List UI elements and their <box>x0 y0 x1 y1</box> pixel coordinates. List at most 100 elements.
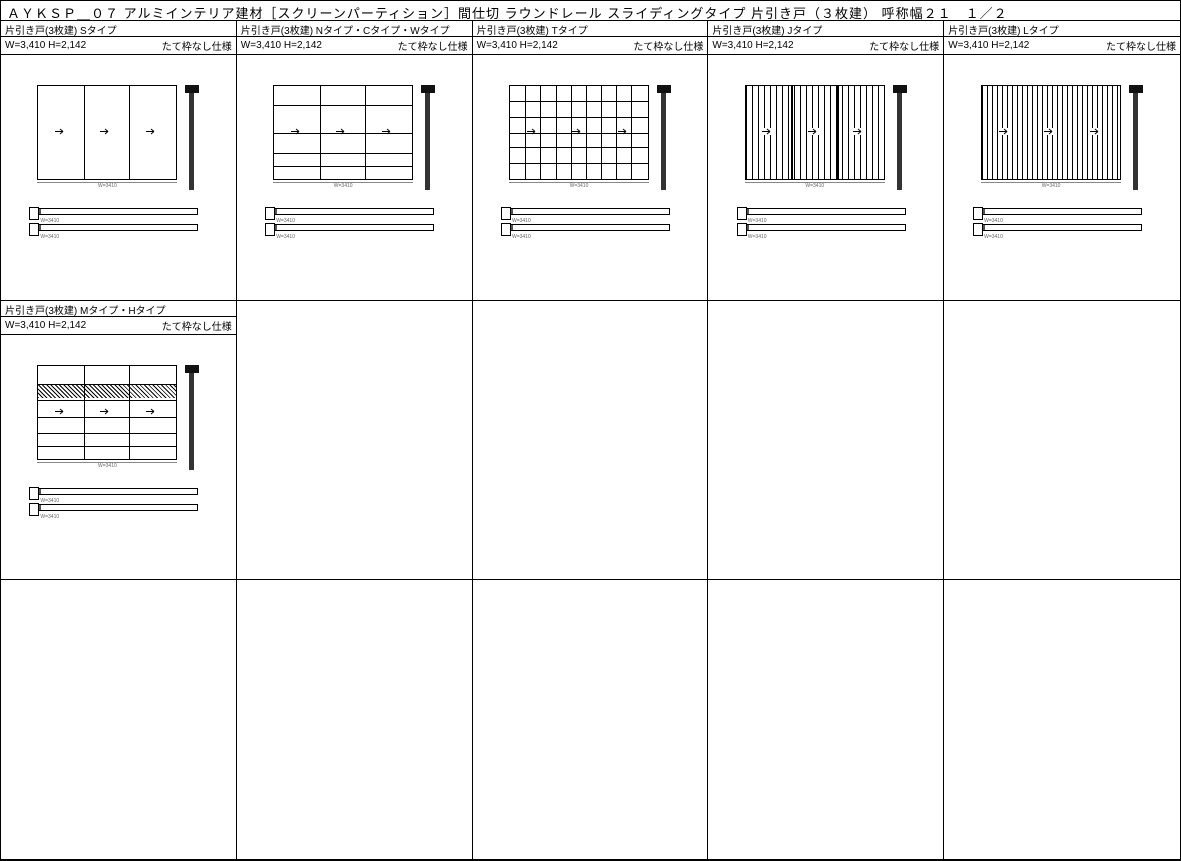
cell-subheader: W=3,410 H=2,142 たて枠なし仕様 <box>708 37 943 55</box>
arrow-icon <box>1090 128 1102 135</box>
plan-top <box>746 208 906 215</box>
dim-label: W=3,410 H=2,142 <box>477 40 558 51</box>
plan-views: W=3410 W=3410 <box>972 208 1152 240</box>
arrow-icon <box>146 408 158 415</box>
plan-dim: W=3410 <box>40 234 208 240</box>
dim-label: W=3,410 H=2,142 <box>241 40 322 51</box>
drawing-area: W=3410 W=3410 W=3410 <box>473 55 708 300</box>
arrow-icon <box>100 128 112 135</box>
plan-top <box>38 208 198 215</box>
plan-bottom <box>510 224 670 231</box>
arrow-icon <box>55 408 67 415</box>
width-dim: W=3410 <box>273 182 413 190</box>
elevation-side <box>185 90 199 190</box>
arrow-icon <box>382 128 394 135</box>
plan-views: W=3410 W=3410 <box>28 208 208 240</box>
arrow-icon <box>999 128 1011 135</box>
plan-views: W=3410 W=3410 <box>736 208 916 240</box>
empty-cell <box>473 301 709 581</box>
plan-views: W=3410 W=3410 <box>28 488 208 520</box>
drawing-area: W=3410 W=3410 W=3410 <box>708 55 943 300</box>
empty-cell <box>944 301 1180 581</box>
empty-cell <box>944 580 1180 860</box>
elevation-side <box>893 90 907 190</box>
plan-views: W=3410 W=3410 <box>264 208 444 240</box>
arrow-icon <box>100 408 112 415</box>
spec-label: たて枠なし仕様 <box>398 38 468 53</box>
elevation-front <box>273 85 413 180</box>
cell-subheader: W=3,410 H=2,142 たて枠なし仕様 <box>237 37 472 55</box>
spec-label: たて枠なし仕様 <box>162 38 232 53</box>
elevation-front <box>37 365 177 460</box>
cell-subheader: W=3,410 H=2,142 たて枠なし仕様 <box>473 37 708 55</box>
width-dim: W=3410 <box>745 182 885 190</box>
spec-label: たて枠なし仕様 <box>1106 38 1176 53</box>
page-title: ＡＹＫＳＰ＿０７ アルミインテリア建材［スクリーンパーティション］間仕切 ラウン… <box>1 1 1180 21</box>
empty-cell <box>708 301 944 581</box>
drawing-area: W=3410 W=3410 W=3410 <box>1 335 236 580</box>
empty-cell <box>1 580 237 860</box>
width-dim: W=3410 <box>509 182 649 190</box>
cell-header: 片引き戸(3枚建) Lタイプ <box>944 21 1180 37</box>
plan-dim: W=3410 <box>512 234 680 240</box>
plan-bottom <box>982 224 1142 231</box>
plan-top <box>274 208 434 215</box>
plan-top <box>982 208 1142 215</box>
drawing-area: W=3410 W=3410 W=3410 <box>1 55 236 300</box>
cell-s: 片引き戸(3枚建) Sタイプ W=3,410 H=2,142 たて枠なし仕様 <box>1 21 237 301</box>
spec-label: たて枠なし仕様 <box>633 38 703 53</box>
dim-label: W=3,410 H=2,142 <box>5 40 86 51</box>
width-dim: W=3410 <box>37 182 177 190</box>
empty-cell <box>708 580 944 860</box>
cell-n: 片引き戸(3枚建) Nタイプ・Cタイプ・Wタイプ W=3,410 H=2,142… <box>237 21 473 301</box>
elevation-front <box>37 85 177 180</box>
cell-m: 片引き戸(3枚建) Mタイプ・Hタイプ W=3,410 H=2,142 たて枠な… <box>1 301 237 581</box>
cell-header: 片引き戸(3枚建) Mタイプ・Hタイプ <box>1 301 236 317</box>
plan-dim: W=3410 <box>40 514 208 520</box>
cell-header: 片引き戸(3枚建) Nタイプ・Cタイプ・Wタイプ <box>237 21 472 37</box>
elevation-front <box>745 85 885 180</box>
empty-cell <box>237 580 473 860</box>
plan-dim: W=3410 <box>276 234 444 240</box>
arrow-icon <box>55 128 67 135</box>
arrow-icon <box>853 128 865 135</box>
arrow-icon <box>291 128 303 135</box>
product-grid: 片引き戸(3枚建) Sタイプ W=3,410 H=2,142 たて枠なし仕様 <box>1 21 1180 860</box>
dim-label: W=3,410 H=2,142 <box>948 40 1029 51</box>
plan-bottom <box>38 504 198 511</box>
cell-subheader: W=3,410 H=2,142 たて枠なし仕様 <box>1 317 236 335</box>
plan-bottom <box>38 224 198 231</box>
plan-views: W=3410 W=3410 <box>500 208 680 240</box>
width-dim: W=3410 <box>981 182 1121 190</box>
spec-label: たて枠なし仕様 <box>162 318 232 333</box>
drawing-area: W=3410 W=3410 W=3410 <box>944 55 1180 300</box>
cell-subheader: W=3,410 H=2,142 たて枠なし仕様 <box>944 37 1180 55</box>
elevation-side <box>421 90 435 190</box>
plan-dim: W=3410 <box>748 234 916 240</box>
plan-top <box>38 488 198 495</box>
arrow-icon <box>762 128 774 135</box>
width-dim: W=3410 <box>37 462 177 470</box>
plan-dim: W=3410 <box>984 234 1152 240</box>
arrow-icon <box>618 128 630 135</box>
spec-label: たて枠なし仕様 <box>869 38 939 53</box>
elevation-front <box>981 85 1121 180</box>
arrow-icon <box>336 128 348 135</box>
arrow-icon <box>1044 128 1056 135</box>
dim-label: W=3,410 H=2,142 <box>5 320 86 331</box>
cell-subheader: W=3,410 H=2,142 たて枠なし仕様 <box>1 37 236 55</box>
cell-j: 片引き戸(3枚建) Jタイプ W=3,410 H=2,142 たて枠なし仕様 <box>708 21 944 301</box>
cell-t: 片引き戸(3枚建) Tタイプ W=3,410 H=2,142 たて枠なし仕様 <box>473 21 709 301</box>
empty-cell <box>473 580 709 860</box>
elevation-front <box>509 85 649 180</box>
plan-bottom <box>274 224 434 231</box>
arrow-icon <box>146 128 158 135</box>
catalog-page: ＡＹＫＳＰ＿０７ アルミインテリア建材［スクリーンパーティション］間仕切 ラウン… <box>0 0 1181 861</box>
elevation-side <box>1129 90 1143 190</box>
arrow-icon <box>527 128 539 135</box>
arrow-icon <box>572 128 584 135</box>
drawing-area: W=3410 W=3410 W=3410 <box>237 55 472 300</box>
elevation-side <box>657 90 671 190</box>
dim-label: W=3,410 H=2,142 <box>712 40 793 51</box>
elevation-side <box>185 370 199 470</box>
